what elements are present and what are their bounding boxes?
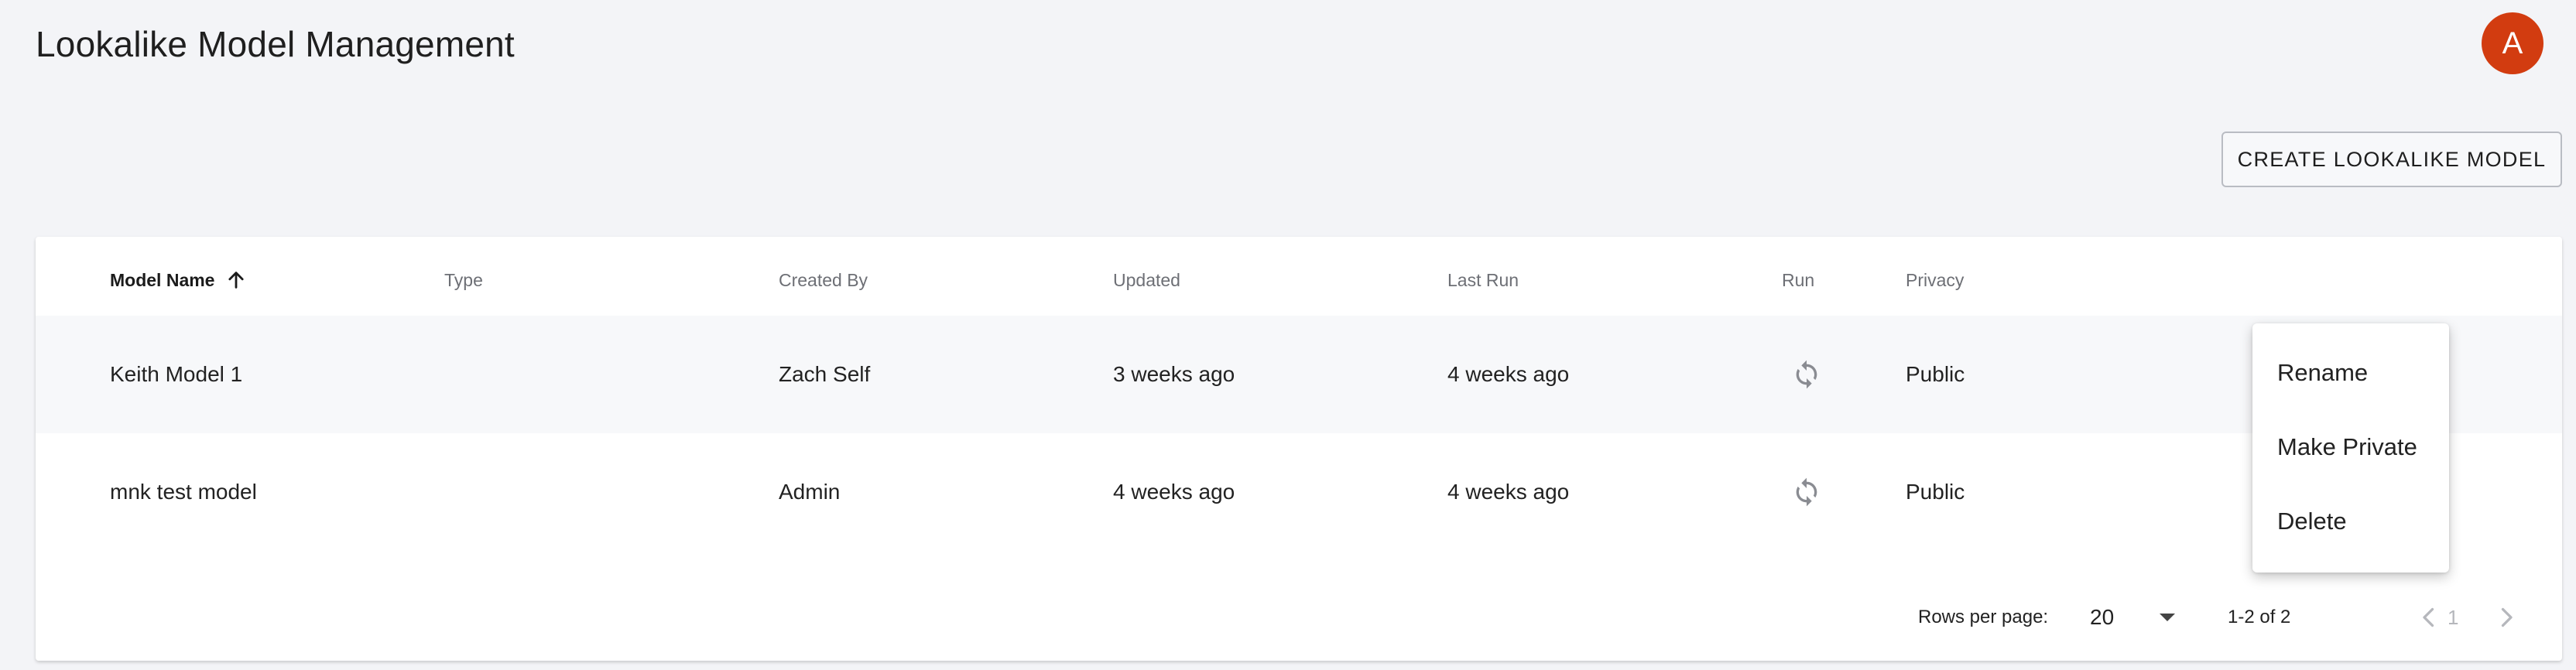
updated-cell: 3 weeks ago bbox=[1113, 362, 1235, 386]
page-range: 1-2 of 2 bbox=[2228, 607, 2291, 627]
last-run-cell: 4 weeks ago bbox=[1447, 362, 1570, 386]
prev-page-button[interactable] bbox=[2415, 577, 2443, 658]
chevron-right-icon bbox=[2492, 603, 2520, 631]
chevron-left-icon bbox=[2415, 603, 2443, 631]
avatar-letter: A bbox=[2502, 26, 2523, 60]
created-by-cell: Zach Self bbox=[779, 362, 871, 386]
arrow-up-icon[interactable] bbox=[225, 269, 247, 291]
models-table-card: Model Name Type Created By Updated Last … bbox=[36, 237, 2562, 661]
current-page: 1 bbox=[2448, 605, 2459, 629]
table-row[interactable]: Keith Model 1 Zach Self 3 weeks ago 4 we… bbox=[36, 316, 2562, 433]
column-header-model-name[interactable]: Model Name bbox=[110, 265, 247, 296]
table-row[interactable]: mnk test model Admin 4 weeks ago 4 weeks… bbox=[36, 433, 2562, 551]
table-pagination: Rows per page: 20 1-2 of 2 1 bbox=[36, 577, 2562, 658]
column-header-last-run[interactable]: Last Run bbox=[1447, 265, 1519, 296]
created-by-cell: Admin bbox=[779, 480, 841, 504]
model-name-cell: mnk test model bbox=[110, 480, 257, 504]
column-header-updated[interactable]: Updated bbox=[1113, 265, 1180, 296]
rows-per-page-value: 20 bbox=[2090, 605, 2115, 629]
run-cell bbox=[1791, 316, 1822, 433]
privacy-cell: Public bbox=[1906, 362, 1965, 386]
column-header-run: Run bbox=[1782, 269, 1815, 290]
next-page-button[interactable] bbox=[2492, 577, 2520, 658]
row-actions-menu: Rename Make Private Delete bbox=[2252, 323, 2449, 573]
last-run-cell: 4 weeks ago bbox=[1447, 480, 1570, 504]
rows-per-page-label: Rows per page: bbox=[1918, 607, 2049, 627]
page-title: Lookalike Model Management bbox=[36, 24, 515, 64]
column-header-type[interactable]: Type bbox=[444, 265, 483, 296]
rows-per-page-select[interactable]: 20 bbox=[2090, 577, 2175, 658]
caret-down-icon bbox=[2160, 614, 2175, 621]
updated-cell: 4 weeks ago bbox=[1113, 480, 1235, 504]
menu-item-delete[interactable]: Delete bbox=[2252, 484, 2449, 559]
run-cell bbox=[1791, 433, 1822, 551]
refresh-icon[interactable] bbox=[1791, 477, 1822, 508]
model-name-cell: Keith Model 1 bbox=[110, 362, 243, 386]
column-header-privacy[interactable]: Privacy bbox=[1906, 265, 1964, 296]
privacy-cell: Public bbox=[1906, 480, 1965, 504]
refresh-icon[interactable] bbox=[1791, 359, 1822, 390]
create-lookalike-model-button[interactable]: CREATE LOOKALIKE MODEL bbox=[2221, 132, 2562, 187]
menu-item-rename[interactable]: Rename bbox=[2252, 336, 2449, 410]
column-header-created-by[interactable]: Created By bbox=[779, 265, 868, 296]
user-avatar[interactable]: A bbox=[2482, 12, 2543, 74]
menu-item-make-private[interactable]: Make Private bbox=[2252, 410, 2449, 484]
column-label: Model Name bbox=[110, 269, 215, 290]
